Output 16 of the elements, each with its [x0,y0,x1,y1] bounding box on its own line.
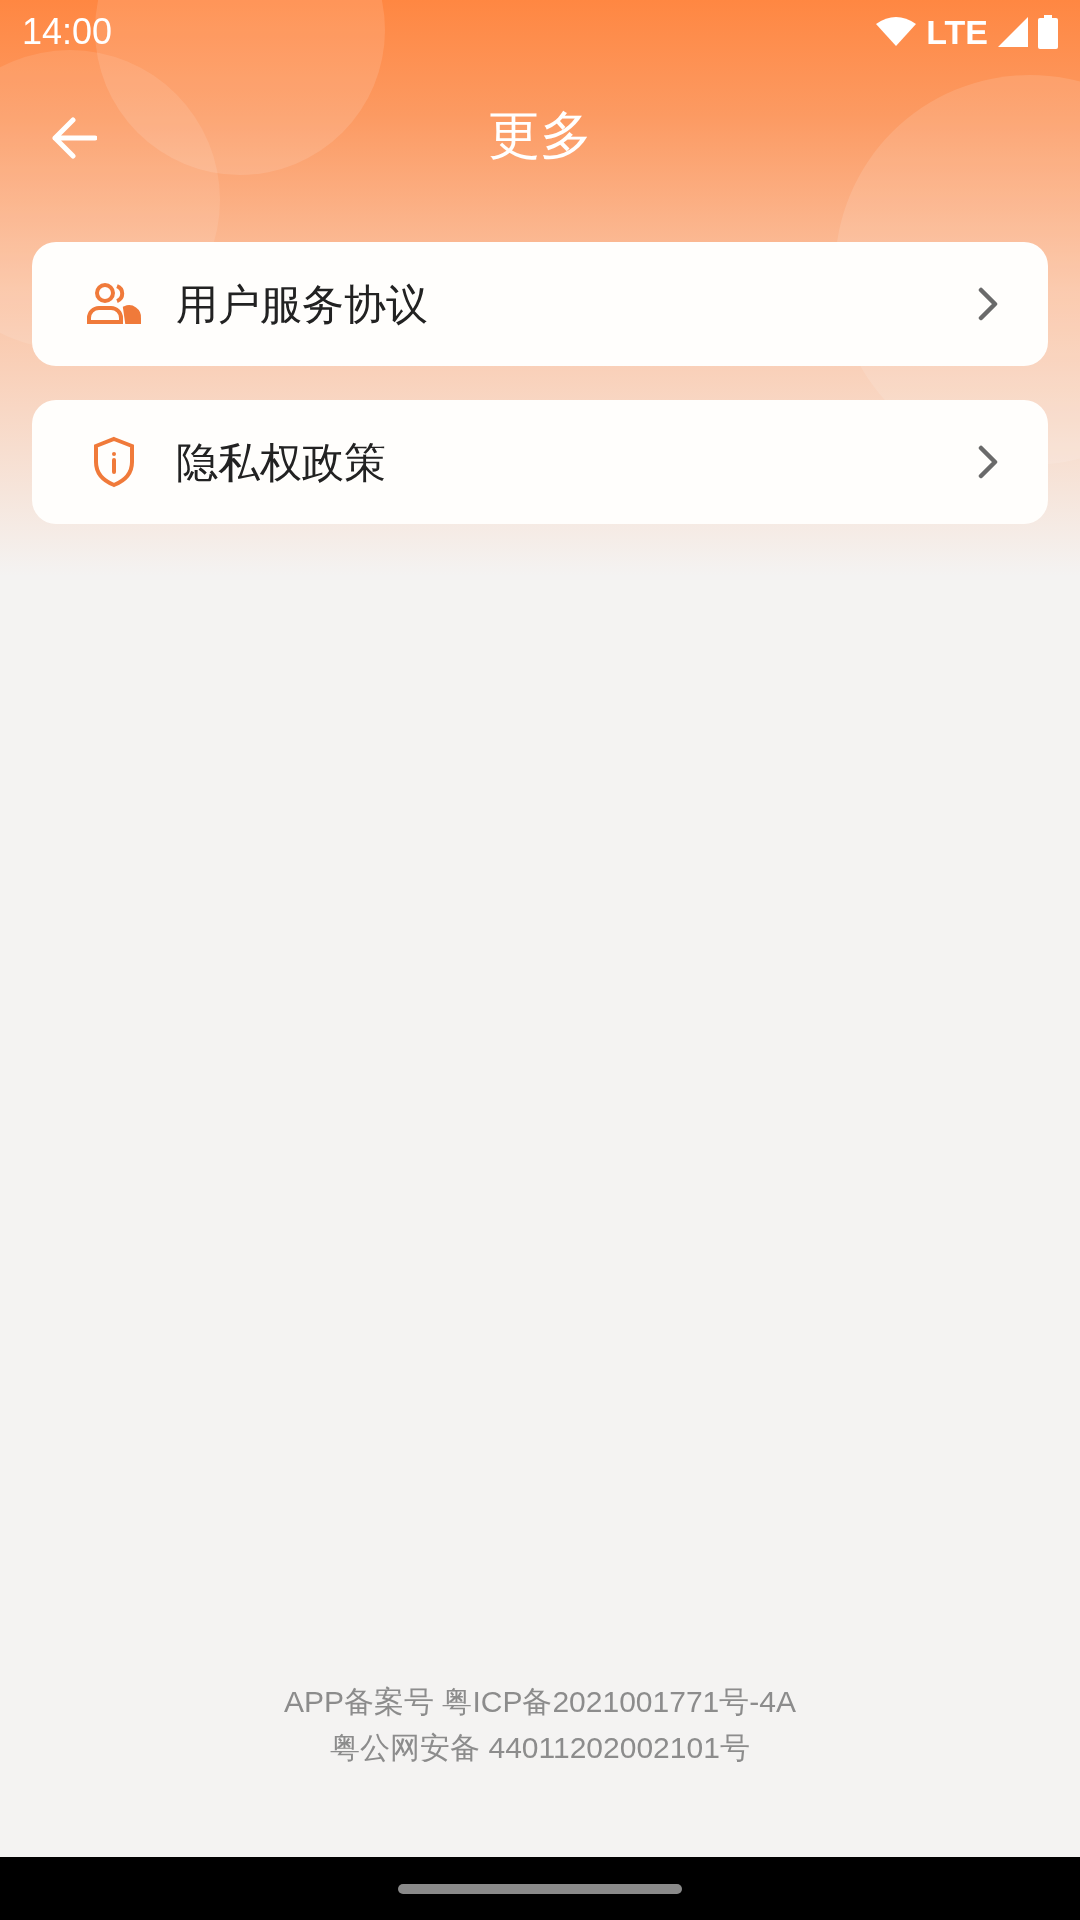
footer-text: 粤公网安备 44011202002101号 [330,1730,750,1766]
menu-item[interactable]: 用户服务协议 [32,242,1048,366]
back-arrow-icon [51,117,97,159]
people-icon [85,282,143,326]
shield-info-icon [92,436,136,488]
menu-item[interactable]: 隐私权政策 [32,400,1048,524]
wifi-icon [876,16,917,48]
chevron-right-icon [978,287,998,321]
status-time: 14:00 [22,10,113,54]
network-type: LTE [926,11,988,53]
home-handle[interactable] [398,1883,682,1894]
signal-icon [998,17,1028,47]
chevron-right-icon [978,445,998,479]
footer-text: APP备案号 粤ICP备2021001771号-4A [284,1684,796,1720]
battery-icon [1038,15,1058,49]
page-title: 更多 [488,105,592,166]
